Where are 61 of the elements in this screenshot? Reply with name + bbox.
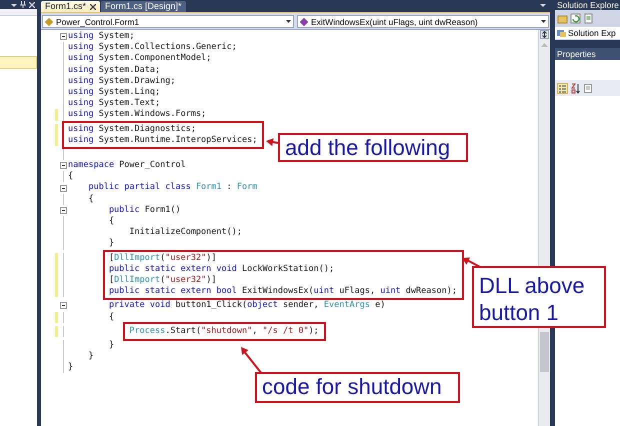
- class-icon: [300, 18, 308, 26]
- arrow: [241, 347, 263, 375]
- code-line: using System.Collections.Generic;: [68, 42, 237, 54]
- sort-icon[interactable]: [571, 82, 580, 94]
- collapse-icon[interactable]: [60, 302, 67, 310]
- dropdown-field[interactable]: Power_Control.Form1: [42, 15, 294, 28]
- editor-tab[interactable]: Form1.cs [Design]*: [101, 1, 186, 12]
- refresh-icon[interactable]: [570, 13, 581, 24]
- code-line: private void button1_Click(object sender, EventArgs e): [108, 300, 386, 312]
- callout-label: code for shutdown: [255, 372, 460, 403]
- code-line: using System.Linq;: [68, 86, 160, 98]
- collapse-icon[interactable]: [60, 33, 67, 40]
- code-line: {: [87, 194, 94, 205]
- code-line: public static extern bool ExitWindowsEx(uint uFlags, uint dwReason);: [108, 286, 457, 298]
- editor-tab[interactable]: Form1.cs*: [41, 1, 100, 12]
- code-line: using System.ComponentModel;: [68, 53, 212, 65]
- code-line: {: [108, 216, 114, 228]
- panel-toolbar: [0, 9, 37, 16]
- panel-tab[interactable]: Solution Exp: [555, 27, 620, 40]
- panel-title: Solution Explore: [556, 0, 620, 10]
- collapse-icon[interactable]: [60, 206, 67, 214]
- solution-icon: [557, 29, 566, 37]
- code-line: public static extern void LockWorkStation();: [108, 264, 334, 275]
- collapse-icon[interactable]: [60, 162, 67, 170]
- code-line: Process.Start("shutdown", "/s /t 0");: [128, 326, 319, 337]
- class-icon: [45, 18, 53, 26]
- split-icon[interactable]: [540, 30, 549, 39]
- code-line: [DllImport("user32")]: [108, 252, 216, 264]
- code-line: }: [68, 362, 74, 374]
- code-line: public Form1(): [108, 204, 181, 216]
- code-line: }: [108, 340, 114, 352]
- arrow: [266, 138, 278, 146]
- caret-icon: [286, 20, 291, 24]
- pin-icon[interactable]: [20, 1, 26, 8]
- code-line: }: [87, 351, 94, 362]
- collapse-icon[interactable]: [60, 184, 67, 192]
- callout-label: add the following: [278, 133, 468, 162]
- code-line: using System.Data;: [68, 64, 160, 76]
- document-icon[interactable]: [583, 13, 594, 24]
- arrow: [462, 258, 482, 269]
- dropdown-icon[interactable]: [540, 3, 546, 8]
- code-line: {: [68, 171, 74, 182]
- code-line: using System.Diagnostics;: [68, 124, 196, 135]
- panel-title: Properties: [555, 48, 620, 60]
- code-line: namespace Power_Control: [68, 160, 186, 172]
- scroll-thumb[interactable]: [540, 332, 549, 372]
- code-line: using System.Windows.Forms;: [68, 109, 206, 120]
- code-line: }: [108, 238, 114, 250]
- close-icon[interactable]: [90, 4, 96, 10]
- code-line: {: [108, 312, 114, 323]
- code-line: InitializeComponent();: [128, 227, 242, 238]
- code-line: public partial class Form1 : Form: [87, 182, 258, 194]
- code-line: using System;: [68, 31, 135, 42]
- code-line: using System.Runtime.InteropServices;: [68, 134, 258, 146]
- code-line: [DllImport("user32")]: [108, 274, 216, 286]
- callout-label: DLL above button 1: [472, 266, 606, 328]
- code-line: using System.Drawing;: [68, 76, 176, 87]
- caret-icon: [541, 20, 546, 24]
- code-line: using System.Text;: [68, 98, 160, 110]
- categorized-icon[interactable]: [557, 82, 568, 94]
- dropdown-field[interactable]: ExitWindowsEx(uint uFlags, uint dwReason): [297, 15, 549, 28]
